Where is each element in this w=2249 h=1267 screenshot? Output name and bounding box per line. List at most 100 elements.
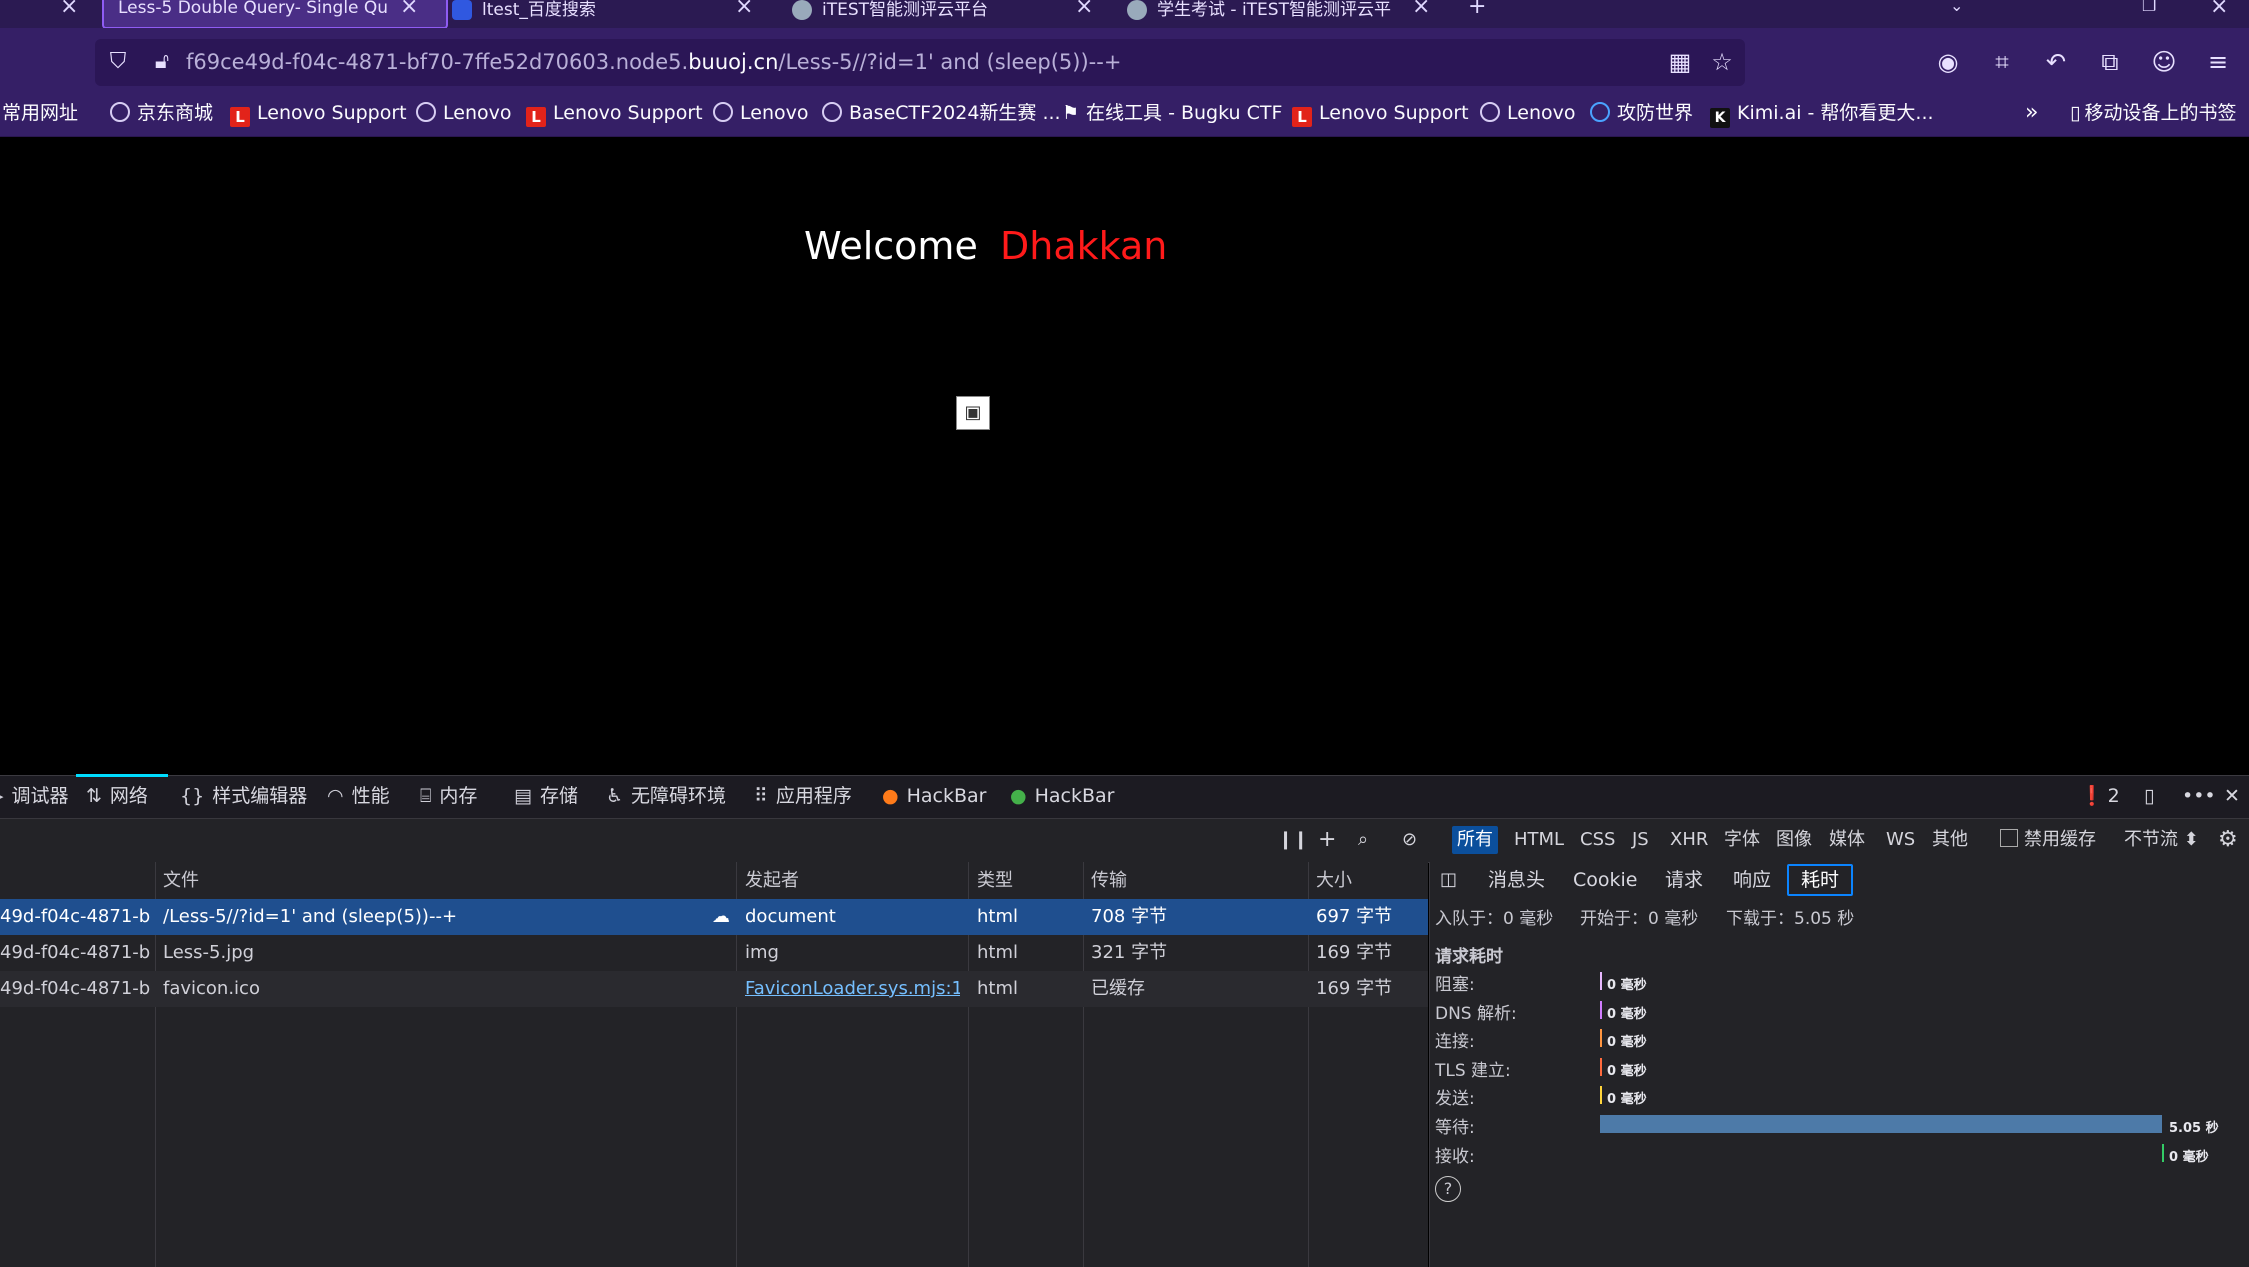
tab-label: 样式编辑器 xyxy=(212,785,308,807)
bookmark-label: 常用网址 xyxy=(2,102,79,124)
url-text[interactable]: f69ce49d-f04c-4871-bf70-7ffe52d70603.nod… xyxy=(186,50,1121,74)
search-icon[interactable]: ⌕ xyxy=(1358,828,1368,852)
toggle-sidebar-icon[interactable]: ◫ xyxy=(1440,866,1457,894)
detail-tab-timings[interactable]: 耗时 xyxy=(1787,864,1854,896)
filter-xhr[interactable]: XHR xyxy=(1670,828,1708,852)
tab-close-icon[interactable]: × xyxy=(1412,0,1430,19)
filter-html[interactable]: HTML xyxy=(1514,828,1564,852)
bookmark-item[interactable]: 京东商城 xyxy=(110,101,213,125)
devtools-tab-debugger[interactable]: ▸ 调试器 xyxy=(0,784,69,808)
chevron-down-icon[interactable]: ⌄ xyxy=(1950,0,1963,15)
bookmark-item[interactable]: BaseCTF2024新生赛 ... xyxy=(822,101,1061,125)
devtools-tab-style-editor[interactable]: {} 样式编辑器 xyxy=(180,784,307,808)
filter-css[interactable]: CSS xyxy=(1580,828,1615,852)
plus-icon[interactable]: + xyxy=(1318,828,1336,852)
filter-media[interactable]: 媒体 xyxy=(1829,828,1865,852)
bookmark-item[interactable]: 攻防世界 xyxy=(1590,101,1693,125)
globe-icon xyxy=(1480,102,1500,122)
devtools-tab-network[interactable]: ⇅ 网络 xyxy=(86,784,148,808)
close-devtools-icon[interactable]: ✕ xyxy=(2224,784,2240,808)
bookmark-item[interactable]: Lenovo xyxy=(416,101,511,125)
shield-icon[interactable]: ⛉ xyxy=(102,47,134,77)
qr-code-icon[interactable]: ▦ xyxy=(1664,47,1696,77)
devtools-tab-memory[interactable]: ⌸ 内存 xyxy=(420,784,477,808)
devtools-tab-performance[interactable]: ◠ 性能 xyxy=(327,784,390,808)
close-icon[interactable]: × xyxy=(60,0,78,19)
cell-initiator-link[interactable]: FaviconLoader.sys.mjs:17... xyxy=(745,971,960,1007)
more-bookmarks-button[interactable]: » xyxy=(2025,101,2038,125)
devtools-tab-hackbar[interactable]: ● HackBar xyxy=(882,784,986,808)
filter-other[interactable]: 其他 xyxy=(1932,828,1968,852)
table-row[interactable]: 49d-f04c-4871-b... favicon.ico FaviconLo… xyxy=(0,971,1428,1007)
timing-label: 阻塞: xyxy=(1435,975,1475,995)
dock-icon[interactable]: ▯ xyxy=(2144,784,2154,808)
crop-icon[interactable]: ⌗ xyxy=(1986,47,2018,77)
tab-exam[interactable]: 学生考试 - iTEST智能测评云平 xyxy=(1127,0,1407,27)
timing-queued: 入队于：0 毫秒 xyxy=(1435,909,1554,929)
mobile-bookmarks[interactable]: ▯ 移动设备上的书签 xyxy=(2070,101,2236,125)
devtools-tab-application[interactable]: ⠿ 应用程序 xyxy=(754,784,852,808)
disable-cache-checkbox[interactable]: 禁用缓存 xyxy=(2000,828,2096,852)
devtools-tab-accessibility[interactable]: ♿︎ 无障碍环境 xyxy=(606,784,726,808)
cell-size: 169 字节 xyxy=(1316,978,1393,999)
detail-tab-response[interactable]: 响应 xyxy=(1733,866,1771,894)
filter-images[interactable]: 图像 xyxy=(1776,828,1812,852)
timing-marker xyxy=(1600,972,1602,990)
account-icon[interactable]: ◉ xyxy=(1932,47,1964,77)
tab-ltest[interactable]: ltest_百度搜索 xyxy=(452,0,712,27)
throttle-select[interactable]: 不节流 ⬍ xyxy=(2124,828,2199,852)
cell-size: 169 字节 xyxy=(1316,942,1393,963)
bookmark-item[interactable]: ⚑ 在线工具 - Bugku CTF xyxy=(1062,101,1282,125)
menu-icon[interactable]: ≡ xyxy=(2202,47,2234,77)
detail-tab-headers[interactable]: 消息头 xyxy=(1488,866,1545,894)
tab-close-icon[interactable]: × xyxy=(735,0,753,19)
help-icon[interactable]: ? xyxy=(1435,1176,1461,1202)
detail-tab-cookies[interactable]: Cookie xyxy=(1573,866,1638,894)
more-options-icon[interactable]: ••• xyxy=(2182,784,2216,808)
back-arrow-icon[interactable]: ↶ xyxy=(2040,47,2072,77)
timing-started: 开始于：0 毫秒 xyxy=(1580,909,1699,929)
devtools-tab-hackbar-2[interactable]: ● HackBar xyxy=(1010,784,1114,808)
bookmark-item[interactable]: K Kimi.ai - 帮你看更大... xyxy=(1710,101,1934,128)
column-header-type[interactable]: 类型 xyxy=(977,868,1013,894)
bookmark-item[interactable]: 常用网址 xyxy=(2,101,78,125)
bookmark-item[interactable]: L Lenovo Support xyxy=(230,101,407,127)
bookmark-item[interactable]: Lenovo xyxy=(713,101,808,125)
extensions-icon[interactable]: ⧉ xyxy=(2094,47,2126,77)
cell-transfer: 321 字节 xyxy=(1091,942,1168,963)
bookmark-item[interactable]: L Lenovo Support xyxy=(526,101,703,127)
checkbox-icon xyxy=(2000,829,2018,847)
new-tab-button[interactable]: + xyxy=(1468,0,1486,19)
restore-icon[interactable]: ❐ xyxy=(2142,0,2156,15)
filter-js[interactable]: JS xyxy=(1632,828,1649,852)
detail-tab-request[interactable]: 请求 xyxy=(1665,866,1703,894)
filter-ws[interactable]: WS xyxy=(1886,828,1915,852)
devtools-tab-storage[interactable]: ▤ 存储 xyxy=(514,784,578,808)
tab-less5[interactable]: Less-5 Double Query- Single Qu xyxy=(102,0,448,29)
bookmark-item[interactable]: Lenovo xyxy=(1480,101,1575,125)
star-icon[interactable]: ☆ xyxy=(1706,47,1738,77)
bookmark-item[interactable]: L Lenovo Support xyxy=(1292,101,1469,127)
filter-fonts[interactable]: 字体 xyxy=(1724,828,1760,852)
error-count[interactable]: ❗ 2 xyxy=(2080,784,2120,808)
gauge-icon: ◠ xyxy=(327,785,344,807)
column-header-transfer[interactable]: 传输 xyxy=(1091,868,1127,894)
pause-icon[interactable]: ❙❙ xyxy=(1278,828,1308,852)
timing-label: 接收: xyxy=(1435,1146,1475,1167)
tab-close-icon[interactable]: × xyxy=(1075,0,1093,19)
tab-title: 学生考试 - iTEST智能测评云平 xyxy=(1157,0,1391,20)
profile-icon[interactable]: ☺ xyxy=(2148,47,2180,77)
clear-icon[interactable]: ⊘ xyxy=(1402,828,1417,852)
table-row[interactable]: 49d-f04c-4871-b... Less-5.jpg img html 3… xyxy=(0,935,1428,971)
table-row[interactable]: 49d-f04c-4871-b... /Less-5//?id=1' and (… xyxy=(0,899,1428,935)
column-header-initiator[interactable]: 发起者 xyxy=(745,868,799,894)
timing-bar xyxy=(1600,1115,2162,1133)
gear-icon[interactable]: ⚙ xyxy=(2218,828,2238,852)
column-header-file[interactable]: 文件 xyxy=(163,868,199,894)
lock-icon[interactable]: 🔓︎ xyxy=(146,47,178,77)
column-header-size[interactable]: 大小 xyxy=(1316,868,1352,894)
window-close-icon[interactable]: × xyxy=(2210,0,2228,19)
tab-itest[interactable]: iTEST智能测评云平台 xyxy=(792,0,1082,27)
filter-all[interactable]: 所有 xyxy=(1452,826,1498,854)
tab-close-icon[interactable]: × xyxy=(400,0,418,19)
